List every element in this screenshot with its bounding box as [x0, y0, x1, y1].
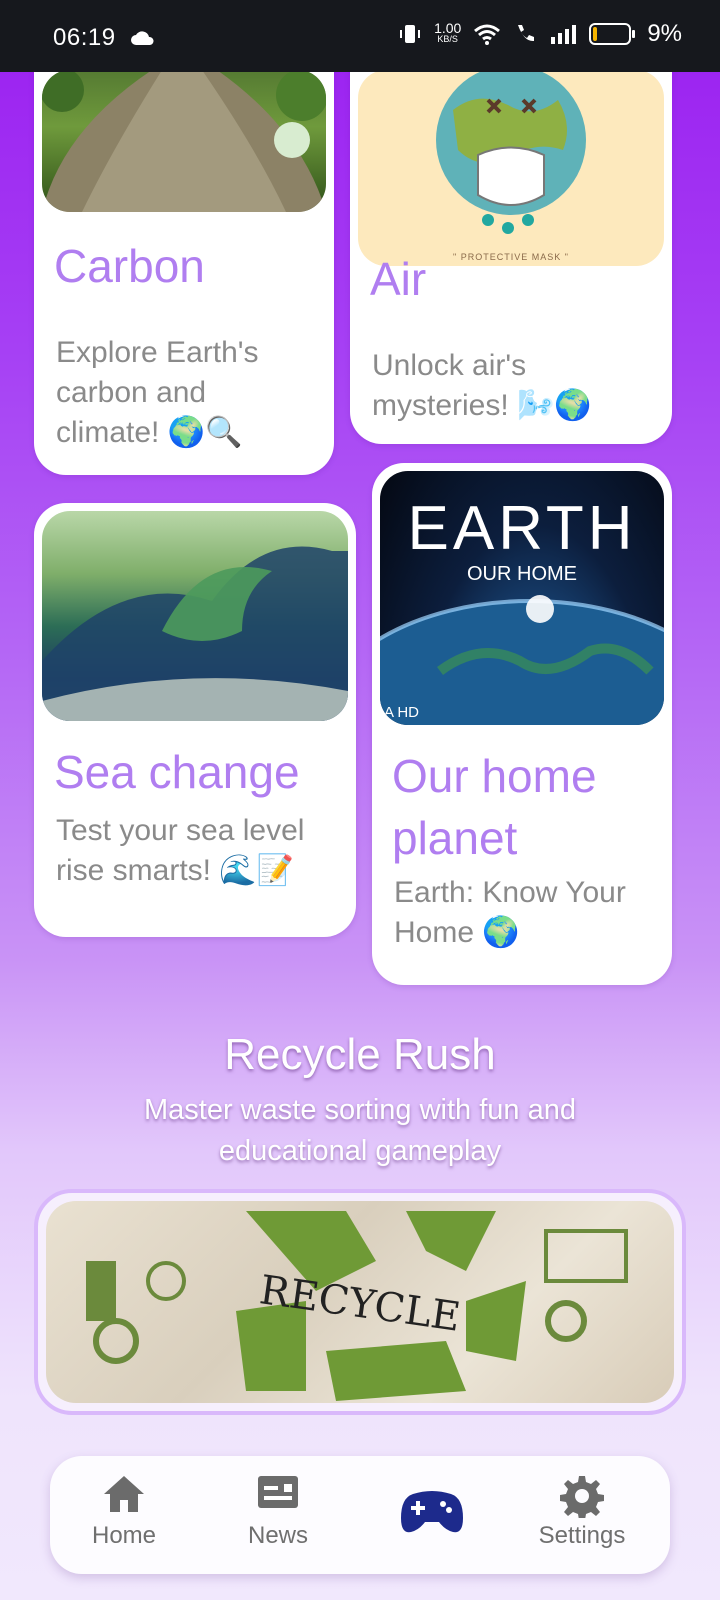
section-title: Recycle Rush [224, 1030, 496, 1079]
earth-image-title: EARTH [407, 494, 637, 563]
card-our-home-planet-title: Our home planet [392, 750, 597, 864]
cloud-icon [131, 31, 154, 45]
gamepad-icon [401, 1491, 463, 1533]
card-our-home-planet[interactable]: EARTH OUR HOME A HD Our home planet Eart… [372, 463, 672, 985]
section-subtitle: Master waste sorting with fun and educat… [144, 1094, 576, 1167]
nav-settings-label: Settings [538, 1522, 626, 1549]
card-carbon-title: Carbon [54, 240, 205, 292]
gear-icon [560, 1476, 604, 1518]
card-air[interactable]: " PROTECTIVE MASK " Air Unlock air's mys… [350, 30, 672, 444]
card-air-title: Air [370, 253, 427, 305]
recycle-rush-banner[interactable]: RECYCLE [34, 1189, 686, 1415]
nav-news-label: News [247, 1522, 308, 1549]
status-bar: 06:19 1.00 KB/S 9% [0, 0, 720, 72]
status-time: 06:19 [53, 24, 116, 51]
earth-image-badge: A HD [384, 704, 420, 721]
earth-image-subtitle: OUR HOME [467, 563, 577, 585]
card-sea-change-title: Sea change [54, 746, 300, 798]
card-sea-change-description: Test your sea level rise smarts! 🌊📝 [56, 814, 305, 887]
carbon-image [42, 70, 326, 212]
battery-percent: 9% [647, 20, 682, 47]
news-icon [258, 1476, 298, 1508]
nav-games[interactable] [362, 1456, 502, 1574]
network-speed: 1.00 KB/S [434, 20, 462, 44]
call-icon [518, 25, 535, 42]
nav-settings[interactable]: Settings [512, 1456, 652, 1574]
card-carbon-description: Explore Earth's carbon and climate! 🌍🔍 [56, 336, 259, 449]
nav-home-label: Home [91, 1522, 157, 1549]
card-our-home-planet-description: Earth: Know Your Home 🌍 [394, 876, 626, 949]
air-image: " PROTECTIVE MASK " [358, 70, 664, 266]
vibrate-icon [400, 25, 421, 43]
nav-home[interactable]: Home [54, 1456, 194, 1574]
sea-change-image [42, 511, 348, 721]
home-icon [104, 1476, 144, 1512]
battery-icon [589, 23, 636, 45]
bottom-navigation: Home News Settings [50, 1456, 670, 1574]
wifi-icon [474, 24, 501, 45]
recycle-banner-image: RECYCLE [46, 1201, 674, 1403]
signal-icon [551, 25, 577, 44]
card-air-description: Unlock air's mysteries! 🌬️🌍 [372, 349, 592, 422]
nav-news[interactable]: News [208, 1456, 348, 1574]
card-carbon[interactable]: Carbon Explore Earth's carbon and climat… [34, 30, 334, 475]
card-sea-change[interactable]: Sea change Test your sea level rise smar… [34, 503, 356, 937]
our-home-planet-image: EARTH OUR HOME A HD [380, 471, 664, 725]
